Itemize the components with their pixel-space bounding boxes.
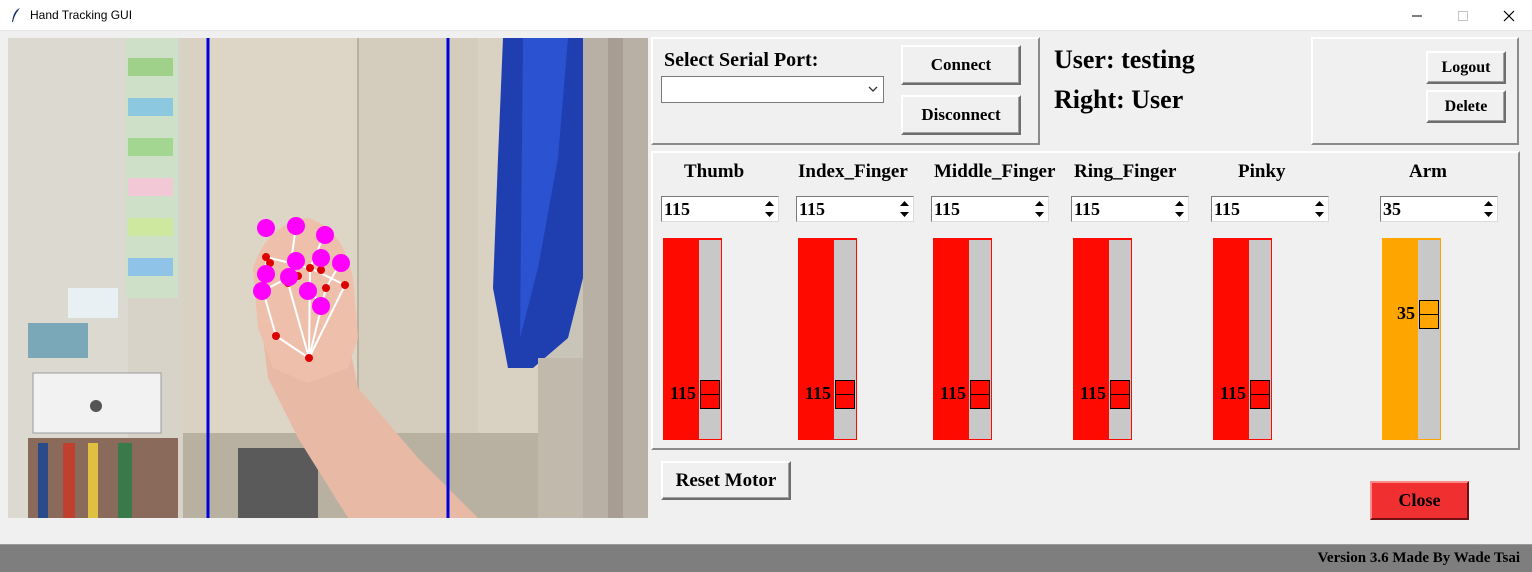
motor-spinbox-arm[interactable]: 35: [1380, 196, 1498, 222]
motor-label-thumb: Thumb: [684, 161, 745, 182]
motor-spinbox-value: 115: [799, 199, 826, 219]
motor-spinbox-index[interactable]: 115: [796, 196, 914, 222]
slider-value-label: 115: [804, 382, 831, 403]
version-credit-text: Version 3.6 Made By Wade Tsai: [1317, 550, 1520, 566]
slider-handle[interactable]: [835, 379, 855, 409]
serial-port-label: Select Serial Port:: [664, 49, 819, 71]
slider-trough: [1249, 240, 1271, 439]
motor-spinbox-middle[interactable]: 115: [931, 196, 1049, 222]
motor-slider-index[interactable]: 115: [798, 238, 857, 440]
motor-slider-ring[interactable]: 115: [1073, 238, 1132, 440]
camera-frame-image: [8, 38, 648, 518]
motor-spinbox-value: 115: [664, 199, 691, 219]
spin-arrows-icon[interactable]: [1481, 198, 1496, 220]
slider-trough: [1109, 240, 1131, 439]
motor-slider-arm[interactable]: 35: [1382, 238, 1441, 440]
slider-value-label: 35: [1397, 303, 1415, 324]
maximize-button[interactable]: [1440, 0, 1486, 31]
window-close-button[interactable]: [1486, 0, 1532, 31]
slider-value-label: 115: [669, 382, 696, 403]
slider-trough: [699, 240, 721, 439]
spin-arrows-icon[interactable]: [1172, 198, 1187, 220]
feather-icon: [12, 8, 20, 22]
motor-label-pinky: Pinky: [1238, 161, 1286, 182]
chevron-down-icon: [868, 86, 878, 92]
slider-handle[interactable]: [1419, 300, 1439, 330]
motor-spinbox-ring[interactable]: 115: [1071, 196, 1189, 222]
motor-spinbox-value: 115: [934, 199, 961, 219]
logout-button[interactable]: Logout: [1426, 51, 1506, 84]
slider-handle[interactable]: [970, 379, 990, 409]
slider-trough: [1418, 240, 1440, 439]
motor-spinbox-value: 35: [1383, 199, 1401, 219]
slider-handle[interactable]: [700, 379, 720, 409]
close-button[interactable]: Close: [1370, 481, 1469, 520]
slider-value-label: 115: [1219, 382, 1246, 403]
connect-button[interactable]: Connect: [901, 45, 1021, 85]
serial-port-select[interactable]: [661, 76, 884, 103]
motor-spinbox-value: 115: [1074, 199, 1101, 219]
slider-trough: [834, 240, 856, 439]
spin-arrows-icon[interactable]: [1032, 198, 1047, 220]
user-rights-label: Right: User: [1054, 85, 1184, 114]
close-icon: [1503, 10, 1515, 21]
minimize-icon: [1412, 15, 1422, 16]
motor-slider-middle[interactable]: 115: [933, 238, 992, 440]
window-title: Hand Tracking GUI: [30, 8, 133, 22]
spin-arrows-icon[interactable]: [1312, 198, 1327, 220]
slider-handle[interactable]: [1250, 379, 1270, 409]
minimize-button[interactable]: [1394, 0, 1440, 31]
spin-arrows-icon[interactable]: [897, 198, 912, 220]
maximize-icon: [1458, 10, 1468, 21]
slider-handle[interactable]: [1110, 379, 1130, 409]
camera-feed: [8, 38, 648, 518]
motor-slider-pinky[interactable]: 115: [1213, 238, 1272, 440]
window-titlebar: Hand Tracking GUI: [0, 0, 1532, 31]
disconnect-button[interactable]: Disconnect: [901, 95, 1021, 135]
motor-label-ring: Ring_Finger: [1074, 161, 1177, 182]
slider-value-label: 115: [1079, 382, 1106, 403]
spin-arrows-icon[interactable]: [762, 198, 777, 220]
slider-trough: [969, 240, 991, 439]
motor-spinbox-pinky[interactable]: 115: [1211, 196, 1329, 222]
motor-label-arm: Arm: [1409, 161, 1447, 182]
user-name-label: User: testing: [1054, 45, 1195, 74]
status-bar: Version 3.6 Made By Wade Tsai: [0, 544, 1532, 572]
delete-button[interactable]: Delete: [1426, 90, 1506, 123]
motor-spinbox-thumb[interactable]: 115: [661, 196, 779, 222]
motor-label-middle: Middle_Finger: [934, 161, 1056, 182]
motor-spinbox-value: 115: [1214, 199, 1241, 219]
slider-value-label: 115: [939, 382, 966, 403]
motor-label-index: Index_Finger: [798, 161, 908, 182]
motor-slider-thumb[interactable]: 115: [663, 238, 722, 440]
reset-motor-button[interactable]: Reset Motor: [661, 461, 791, 500]
